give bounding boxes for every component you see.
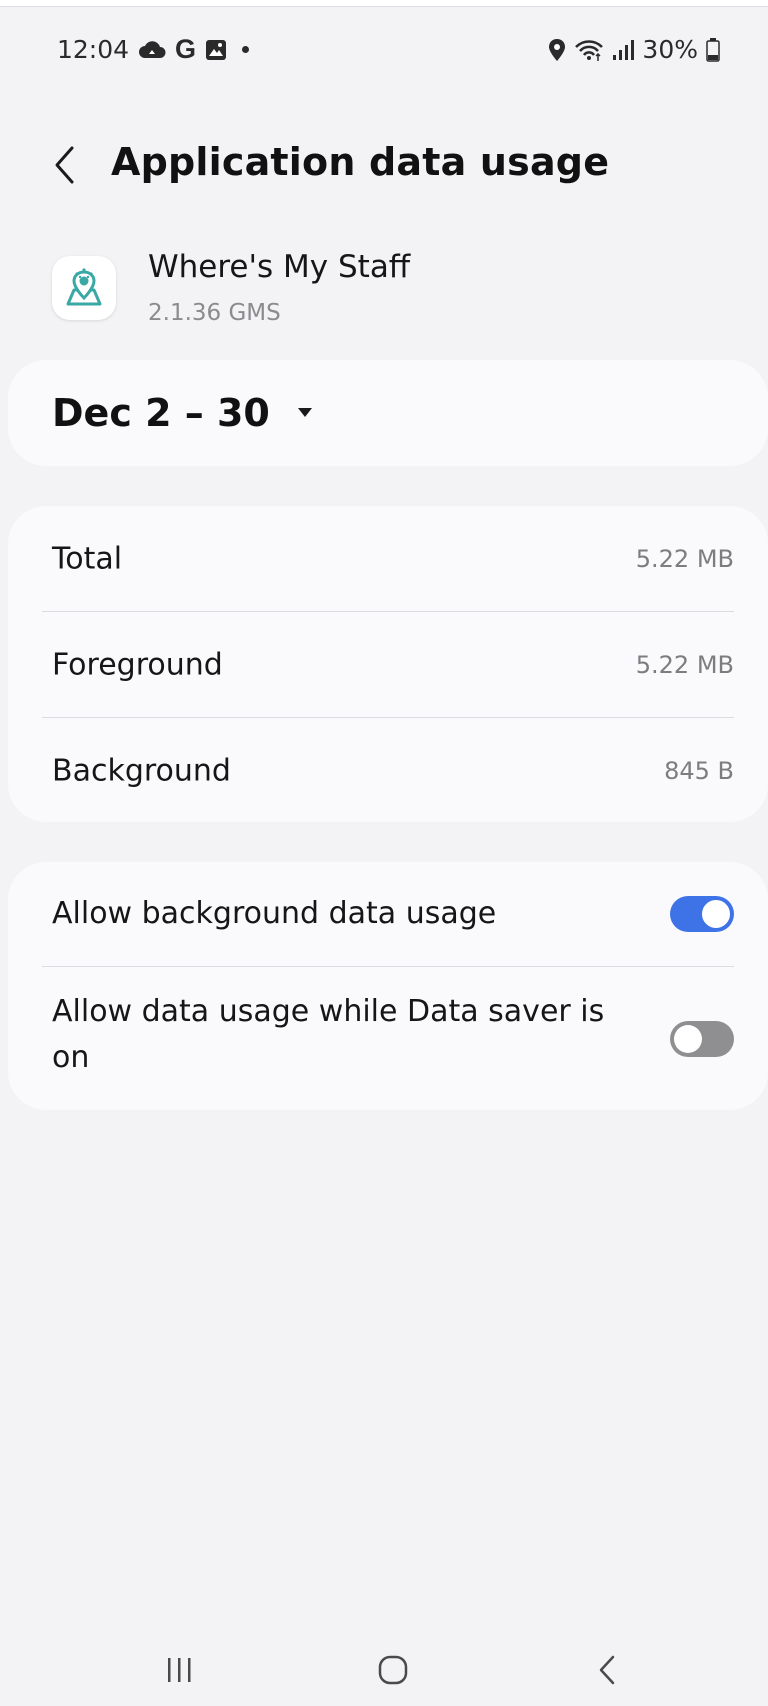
usage-value: 5.22 MB <box>635 651 734 679</box>
notification-dot-icon <box>242 46 250 53</box>
top-edge <box>0 0 768 7</box>
data-saver-switch[interactable] <box>670 1021 734 1057</box>
app-bar: Application data usage <box>0 130 768 200</box>
status-bar: 12:04 G 30% <box>0 30 768 74</box>
usage-row-foreground: Foreground 5.22 MB <box>42 612 734 718</box>
google-icon: G <box>175 34 197 64</box>
back-button[interactable] <box>42 138 86 192</box>
cloud-icon <box>138 39 166 61</box>
battery-percent: 30% <box>642 35 698 64</box>
usage-card: Total 5.22 MB Foreground 5.22 MB Backgro… <box>8 506 768 822</box>
battery-icon <box>706 37 720 62</box>
data-saver-toggle-row[interactable]: Allow data usage while Data saver is on <box>42 967 734 1110</box>
date-range-label: Dec 2 – 30 <box>52 391 270 435</box>
wifi-icon <box>574 38 604 62</box>
toggle-label: Allow data usage while Data saver is on <box>52 994 605 1075</box>
chevron-left-icon <box>55 146 74 184</box>
switch-knob <box>674 1025 702 1053</box>
usage-value: 5.22 MB <box>635 545 734 573</box>
usage-value: 845 B <box>664 757 734 785</box>
usage-row-total: Total 5.22 MB <box>42 506 734 612</box>
app-name: Where's My Staff <box>148 249 411 285</box>
usage-label: Background <box>52 753 231 789</box>
recents-icon <box>168 1658 191 1682</box>
app-version: 2.1.36 GMS <box>148 300 281 326</box>
status-right: 30% <box>548 35 720 64</box>
signal-icon <box>612 39 635 61</box>
nav-back-button[interactable] <box>567 1640 647 1700</box>
home-icon <box>378 1655 408 1685</box>
toggle-label: Allow background data usage <box>52 896 497 931</box>
switch-knob <box>702 900 730 928</box>
background-data-switch[interactable] <box>670 896 734 932</box>
back-icon <box>599 1655 615 1685</box>
home-button[interactable] <box>353 1640 433 1700</box>
usage-label: Foreground <box>52 647 223 683</box>
status-left: 12:04 G <box>57 34 250 64</box>
location-icon <box>548 38 566 62</box>
date-range-dropdown[interactable]: Dec 2 – 30 <box>52 360 312 466</box>
recents-button[interactable] <box>139 1640 219 1700</box>
app-info: Where's My Staff 2.1.36 GMS <box>52 245 712 326</box>
usage-label: Total <box>52 541 123 577</box>
navigation-bar <box>0 1640 768 1700</box>
toggle-card: Allow background data usage Allow data u… <box>8 862 768 1110</box>
page-title: Application data usage <box>111 140 610 184</box>
status-time: 12:04 <box>57 35 130 64</box>
background-data-toggle-row[interactable]: Allow background data usage <box>42 862 734 966</box>
triangle-down-icon <box>297 408 312 417</box>
map-pin-app-icon <box>52 256 116 320</box>
gallery-icon <box>205 39 227 61</box>
usage-row-background: Background 845 B <box>42 718 734 824</box>
date-range-card: Dec 2 – 30 <box>8 360 768 466</box>
